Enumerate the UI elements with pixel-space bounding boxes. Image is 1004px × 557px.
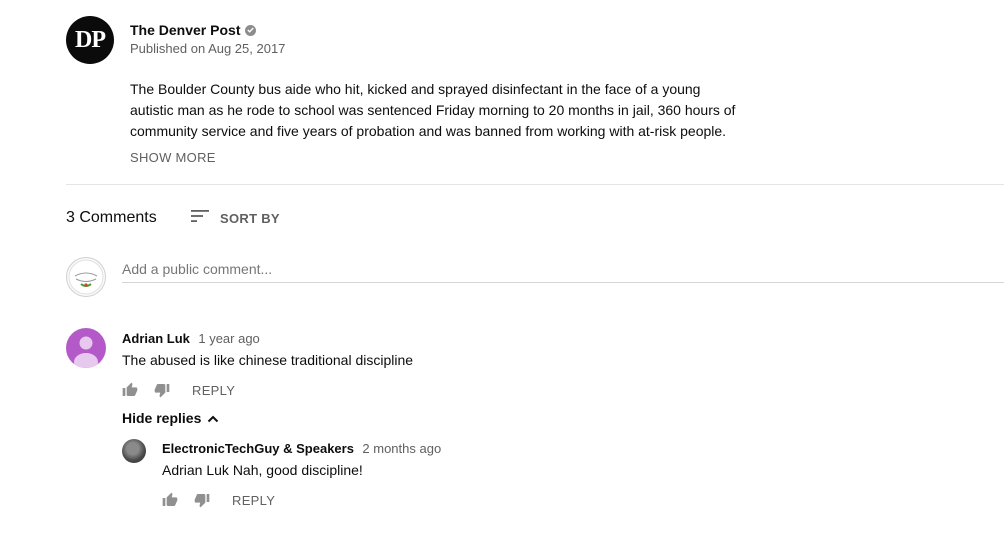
comment-author[interactable]: Adrian Luk bbox=[122, 331, 190, 346]
reply-button[interactable]: REPLY bbox=[232, 493, 275, 508]
description-line: The Boulder County bus aide who hit, kic… bbox=[130, 81, 701, 97]
divider bbox=[66, 184, 1004, 185]
comment-time[interactable]: 1 year ago bbox=[198, 331, 259, 346]
hide-replies-button[interactable]: Hide replies bbox=[122, 410, 219, 426]
channel-avatar[interactable]: DP bbox=[66, 16, 114, 64]
publish-date: Published on Aug 25, 2017 bbox=[130, 41, 286, 56]
show-more-button[interactable]: SHOW MORE bbox=[130, 150, 216, 165]
comment-count: 3 Comments bbox=[66, 209, 157, 226]
channel-logo-text: DP bbox=[75, 26, 106, 53]
thumbs-up-icon[interactable] bbox=[162, 492, 178, 508]
sort-icon bbox=[190, 208, 210, 229]
comment-text: The abused is like chinese traditional d… bbox=[122, 352, 414, 368]
thumbs-up-icon[interactable] bbox=[122, 382, 138, 398]
description-line: community service and five years of prob… bbox=[130, 123, 727, 139]
video-description: The Boulder County bus aide who hit, kic… bbox=[130, 79, 770, 142]
comment-header: Adrian Luk 1 year ago bbox=[122, 330, 260, 348]
sort-by-button[interactable]: SORT BY bbox=[190, 208, 280, 229]
hide-replies-label: Hide replies bbox=[122, 410, 202, 426]
reply-header: ElectronicTechGuy & Speakers 2 months ag… bbox=[162, 440, 441, 458]
avatar[interactable] bbox=[66, 328, 106, 368]
channel-name[interactable]: The Denver Post bbox=[130, 22, 240, 38]
reply-button[interactable]: REPLY bbox=[192, 383, 235, 398]
avatar[interactable] bbox=[122, 439, 146, 463]
verified-icon bbox=[245, 24, 257, 36]
channel-name-row: The Denver Post bbox=[130, 22, 257, 38]
chevron-up-icon bbox=[207, 410, 219, 426]
comment-actions: REPLY bbox=[122, 382, 235, 398]
reply-text: Adrian Luk Nah, good discipline! bbox=[162, 462, 363, 478]
thumbs-down-icon[interactable] bbox=[194, 492, 210, 508]
add-comment-input[interactable] bbox=[122, 256, 1004, 283]
reply-time[interactable]: 2 months ago bbox=[362, 441, 441, 456]
reply-author[interactable]: ElectronicTechGuy & Speakers bbox=[162, 441, 354, 456]
sort-by-label: SORT BY bbox=[220, 211, 280, 226]
description-line: autistic man as he rode to school was se… bbox=[130, 102, 736, 118]
thumbs-down-icon[interactable] bbox=[154, 382, 170, 398]
reply-actions: REPLY bbox=[162, 492, 275, 508]
current-user-avatar bbox=[66, 257, 106, 297]
